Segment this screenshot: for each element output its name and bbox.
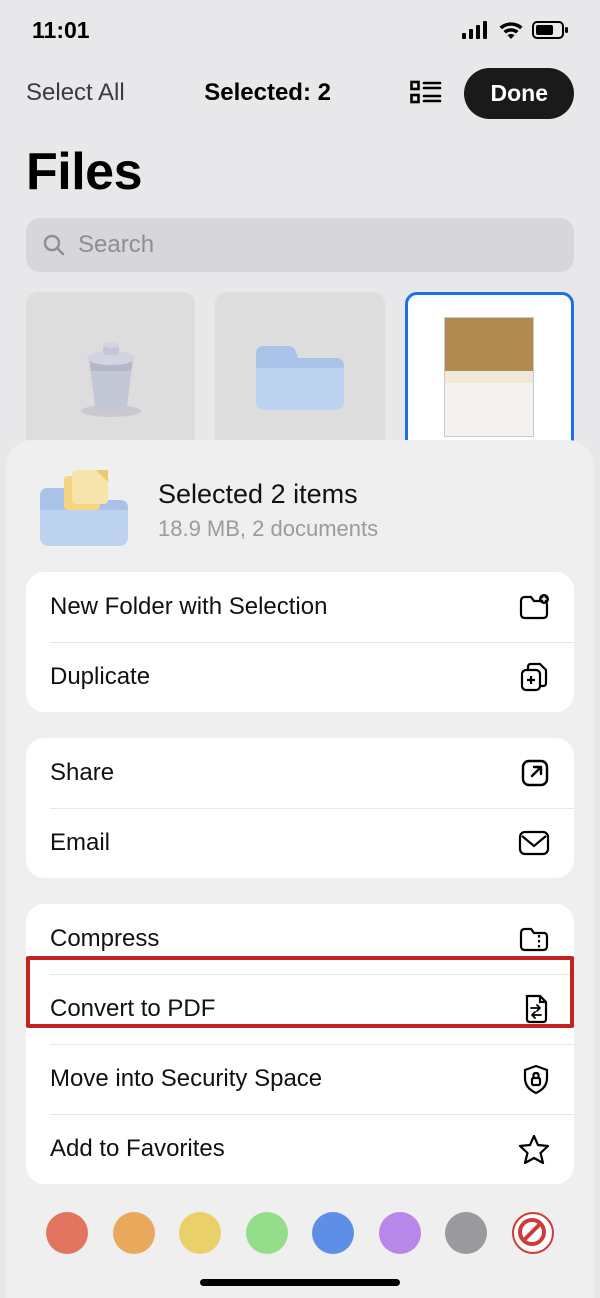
color-tag-none[interactable]: [512, 1212, 554, 1254]
action-group: New Folder with Selection Duplicate: [26, 572, 574, 712]
email-row[interactable]: Email: [26, 808, 574, 878]
share-row[interactable]: Share: [26, 738, 574, 808]
page-title: Files: [0, 122, 600, 218]
row-label: New Folder with Selection: [50, 593, 327, 621]
shield-lock-icon: [522, 1063, 550, 1095]
row-label: Convert to PDF: [50, 995, 215, 1023]
action-sheet: Selected 2 items 18.9 MB, 2 documents Ne…: [6, 440, 594, 1298]
color-tag-yellow[interactable]: [179, 1212, 221, 1254]
color-tag-blue[interactable]: [312, 1212, 354, 1254]
file-grid: [0, 272, 600, 462]
share-icon: [520, 758, 550, 788]
selection-folder-icon: [34, 470, 134, 550]
color-tag-purple[interactable]: [379, 1212, 421, 1254]
status-bar: 11:01: [0, 0, 600, 60]
battery-icon: [532, 21, 568, 39]
star-icon: [518, 1134, 550, 1164]
trash-icon: [75, 335, 147, 419]
compress-row[interactable]: Compress: [26, 904, 574, 974]
selection-toolbar: Select All Selected: 2 Done: [0, 64, 600, 122]
color-tag-orange[interactable]: [113, 1212, 155, 1254]
file-tile-selected[interactable]: [405, 292, 574, 462]
wifi-icon: [498, 20, 524, 40]
done-button[interactable]: Done: [464, 68, 574, 119]
pdf-convert-icon: [522, 993, 550, 1025]
status-time: 11:01: [32, 17, 90, 44]
color-tag-green[interactable]: [246, 1212, 288, 1254]
trash-tile[interactable]: [26, 292, 195, 462]
zip-icon: [518, 925, 550, 953]
view-mode-toggle[interactable]: [410, 80, 442, 106]
move-security-space-row[interactable]: Move into Security Space: [26, 1044, 574, 1114]
row-label: Compress: [50, 925, 159, 953]
sheet-subtitle: 18.9 MB, 2 documents: [158, 516, 378, 542]
selection-count: Selected: 2: [204, 79, 331, 107]
row-label: Add to Favorites: [50, 1135, 225, 1163]
color-tag-gray[interactable]: [445, 1212, 487, 1254]
search-input[interactable]: Search: [26, 218, 574, 272]
row-label: Move into Security Space: [50, 1065, 322, 1093]
search-icon: [42, 233, 66, 257]
color-tag-row: [26, 1210, 574, 1254]
envelope-icon: [518, 830, 550, 856]
action-group: Share Email: [26, 738, 574, 878]
sheet-header: Selected 2 items 18.9 MB, 2 documents: [26, 470, 574, 572]
add-to-favorites-row[interactable]: Add to Favorites: [26, 1114, 574, 1184]
new-folder-icon: [518, 593, 550, 621]
duplicate-icon: [518, 661, 550, 693]
folder-tile[interactable]: [215, 292, 384, 462]
home-indicator[interactable]: [200, 1279, 400, 1286]
action-group: Compress Convert to PDF Move into Securi…: [26, 904, 574, 1184]
duplicate-row[interactable]: Duplicate: [26, 642, 574, 712]
color-tag-red[interactable]: [46, 1212, 88, 1254]
convert-to-pdf-row[interactable]: Convert to PDF: [26, 974, 574, 1044]
row-label: Duplicate: [50, 663, 150, 691]
file-thumbnail: [444, 317, 534, 437]
row-label: Share: [50, 759, 114, 787]
search-placeholder: Search: [78, 231, 154, 259]
cellular-icon: [462, 21, 490, 39]
row-label: Email: [50, 829, 110, 857]
sheet-title: Selected 2 items: [158, 479, 378, 510]
select-all-button[interactable]: Select All: [26, 79, 125, 107]
new-folder-with-selection-row[interactable]: New Folder with Selection: [26, 572, 574, 642]
folder-icon: [250, 338, 350, 416]
